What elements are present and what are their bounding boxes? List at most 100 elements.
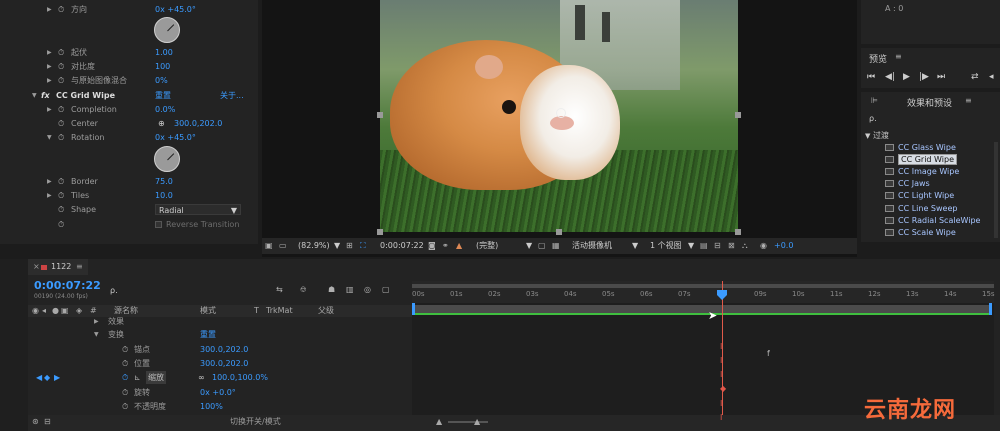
prop-value[interactable]: 0% — [155, 74, 168, 87]
play-icon[interactable]: ▶ — [903, 71, 910, 83]
stopwatch-icon[interactable]: ⏱ — [58, 117, 64, 130]
stopwatch-icon[interactable]: ⏱ — [58, 189, 64, 202]
camera-icon[interactable]: ◙ — [428, 238, 436, 254]
camera-dropdown[interactable]: 活动摄像机 — [572, 238, 612, 254]
snapshot-icon[interactable]: ▣ — [265, 238, 273, 254]
row-value[interactable]: 300.0,202.0 — [200, 357, 248, 370]
zoom-dropdown[interactable]: (82.9%) — [298, 238, 330, 254]
grid-icon[interactable]: ⊞ — [346, 238, 353, 254]
handle[interactable] — [377, 112, 383, 118]
prop-value[interactable]: 10.0 — [155, 189, 173, 202]
timeline-timecode[interactable]: 0:00:07:22 — [34, 279, 101, 292]
layer-row-transform[interactable]: ▼ 变换 重置 — [28, 328, 412, 341]
first-frame-icon[interactable]: ⏮ — [867, 71, 875, 83]
layer-row-anchor[interactable]: ⏱ 锚点 300.0,202.0 — [28, 343, 412, 356]
list-item[interactable]: CC Light Wipe — [885, 190, 954, 202]
chevron-down-icon[interactable]: ▼ — [334, 238, 340, 254]
keyframe-icon[interactable]: ◆ — [44, 371, 50, 384]
handle[interactable] — [556, 229, 562, 235]
next-frame-icon[interactable]: |▶ — [919, 71, 929, 83]
prev-frame-icon[interactable]: ◀| — [885, 71, 895, 83]
views-dropdown[interactable]: 1 个视图 — [650, 238, 682, 254]
stopwatch-icon[interactable]: ⏱ — [58, 74, 64, 87]
toggle-switches-label[interactable]: 切换开关/模式 — [230, 415, 281, 429]
row-value[interactable]: 0x +0.0° — [200, 386, 236, 399]
timeline-icon[interactable]: ⊠ — [728, 238, 735, 254]
prop-value[interactable]: 0x +45.0° — [155, 3, 196, 16]
handle[interactable] — [377, 229, 383, 235]
handle[interactable] — [735, 112, 741, 118]
prop-value[interactable]: 0.0% — [155, 103, 175, 116]
row-value[interactable]: 重置 — [200, 328, 216, 341]
channel-icon[interactable]: ⚭ — [442, 238, 449, 254]
fx-icon[interactable]: fx — [41, 89, 50, 102]
keyframe-marker[interactable]: I — [720, 414, 723, 422]
audio-icon[interactable]: ◂ — [989, 71, 994, 83]
stopwatch-icon[interactable]: ⏱ — [58, 60, 64, 73]
graph-editor-icon[interactable]: ▢ — [382, 285, 390, 294]
prev-keyframe-icon[interactable]: ◀ — [36, 371, 42, 384]
next-keyframe-icon[interactable]: ▶ — [54, 371, 60, 384]
search-icon[interactable]: ρ. — [110, 286, 118, 295]
prop-value[interactable]: 100 — [155, 60, 170, 73]
stopwatch-icon[interactable]: ⏱ — [122, 386, 128, 399]
row-value[interactable]: 300.0,202.0 — [200, 343, 248, 356]
prop-value[interactable]: 0x +45.0° — [155, 131, 196, 144]
list-item[interactable]: CC Image Wipe — [885, 166, 959, 178]
panel-menu-icon[interactable]: ≡ — [76, 259, 83, 275]
anchor-point-icon[interactable] — [556, 108, 566, 118]
stopwatch-icon[interactable]: ⏱ — [122, 357, 128, 370]
prop-value[interactable]: 75.0 — [155, 175, 173, 188]
chevron-down-icon[interactable]: ▼ — [526, 238, 532, 254]
frame-blending-icon[interactable]: ▥ — [346, 285, 354, 294]
expand-icon[interactable]: ⊟ — [44, 415, 51, 429]
monitor-icon[interactable]: ▭ — [279, 238, 287, 254]
layer-row-opacity[interactable]: ⏱ 不透明度 100% — [28, 400, 412, 413]
layer-row-scale[interactable]: ◀ ◆ ▶ ⏱ ⊾ 缩放 ∞ 100.0,100.0% — [28, 371, 412, 384]
list-item[interactable]: CC Radial ScaleWipe — [885, 215, 980, 227]
crosshair-icon[interactable]: ⊕ — [158, 117, 165, 130]
zoom-slider[interactable] — [448, 421, 488, 423]
flowchart-icon[interactable]: ⛬ — [742, 238, 748, 254]
last-frame-icon[interactable]: ⏭ — [937, 71, 945, 83]
viewer-timecode[interactable]: 0:00:07:22 — [380, 238, 424, 254]
stopwatch-icon[interactable]: ⏱ — [58, 131, 64, 144]
time-ruler[interactable]: 00s 01s 02s 03s 04s 05s 06s 07s 09s 10s 11s 12s 13s 1… — [412, 281, 995, 303]
panel-menu-icon[interactable]: ≡ — [965, 96, 972, 105]
checkbox[interactable] — [155, 221, 162, 228]
exposure-value[interactable]: +0.0 — [774, 238, 793, 254]
reset-link[interactable]: 重置 — [155, 89, 171, 102]
comp-mini-flowchart-icon[interactable]: ⇆ — [276, 285, 283, 294]
stopwatch-icon[interactable]: ⏱ — [58, 103, 64, 116]
work-area-bar[interactable] — [412, 284, 994, 288]
prop-value[interactable]: 300.0,202.0 — [174, 117, 222, 130]
category-header[interactable]: ▼ 过渡 — [865, 130, 889, 141]
about-link[interactable]: 关于... — [220, 89, 244, 102]
exposure-icon[interactable]: ◉ — [760, 238, 767, 254]
comp-image[interactable] — [380, 0, 738, 232]
toggle-icon[interactable]: ▤ — [700, 238, 708, 254]
close-icon[interactable]: × — [33, 259, 40, 275]
stopwatch-icon[interactable]: ⏱ — [122, 343, 128, 356]
link-icon[interactable]: ∞ — [198, 371, 205, 384]
chevron-down-icon[interactable]: ▼ — [688, 238, 694, 254]
row-value[interactable]: 100.0,100.0% — [212, 371, 268, 384]
quality-dropdown[interactable]: (完整) — [476, 238, 498, 254]
direction-dial[interactable] — [154, 17, 180, 43]
scrollbar[interactable] — [994, 142, 998, 238]
shape-dropdown[interactable]: Radial ▼ — [155, 204, 241, 215]
panel-menu-icon[interactable]: ≡ — [895, 52, 902, 61]
handle[interactable] — [735, 229, 741, 235]
motion-blur-icon[interactable]: ◎ — [364, 285, 371, 294]
stopwatch-icon[interactable]: ⏱ — [58, 46, 64, 59]
stopwatch-active-icon[interactable]: ⏱ — [122, 371, 128, 384]
list-item[interactable]: CC Glass Wipe — [885, 142, 956, 154]
prop-value[interactable]: 1.00 — [155, 46, 173, 59]
stopwatch-icon[interactable]: ⏱ — [58, 203, 64, 216]
stopwatch-icon[interactable]: ⏱ — [58, 218, 64, 231]
list-item[interactable]: CC Scale Wipe — [885, 227, 956, 239]
rotation-dial[interactable] — [154, 146, 180, 172]
layer-row-position[interactable]: ⏱ 位置 300.0,202.0 — [28, 357, 412, 370]
draft-3d-icon[interactable]: ⎊ — [300, 285, 306, 295]
chevron-down-icon[interactable]: ▼ — [632, 238, 638, 254]
